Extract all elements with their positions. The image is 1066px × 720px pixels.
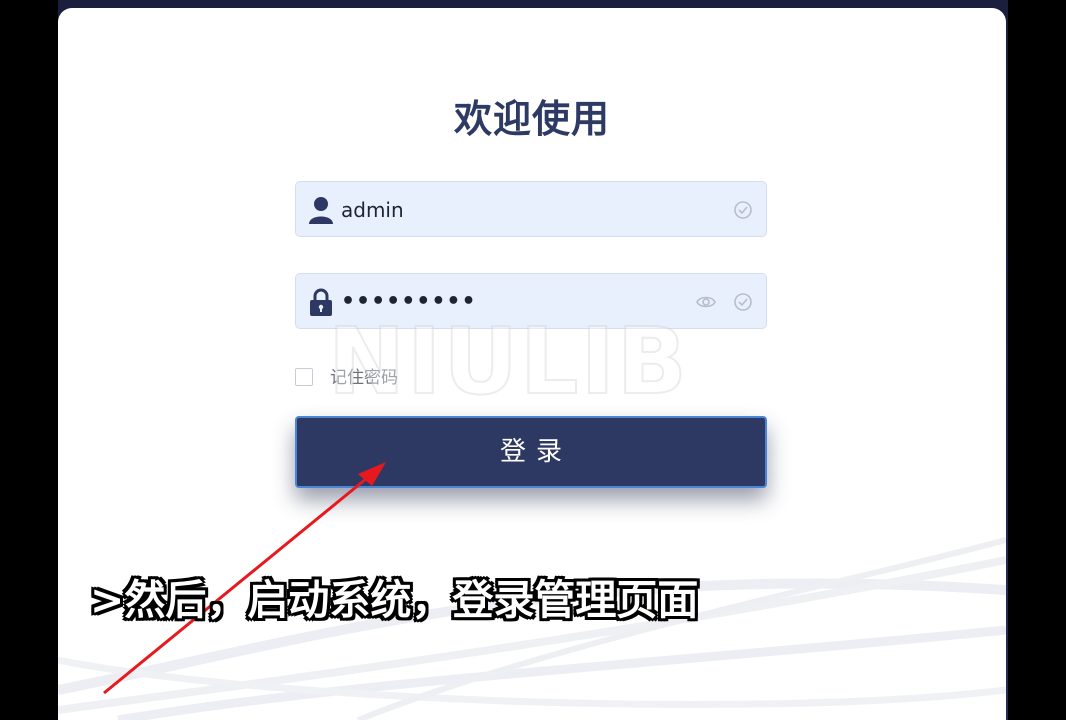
eye-icon[interactable] <box>696 292 716 312</box>
valid-check-icon <box>734 201 752 219</box>
valid-check-icon <box>734 293 752 311</box>
user-icon <box>309 197 333 224</box>
username-field[interactable]: admin <box>295 181 767 237</box>
subtitle-caption: >然后，启动系统，登录管理页面 <box>90 576 699 624</box>
left-black-bar <box>0 0 58 720</box>
page-title: 欢迎使用 <box>453 97 610 141</box>
username-value: admin <box>341 198 404 222</box>
right-black-bar <box>1008 0 1066 720</box>
login-button[interactable]: 登录 <box>295 416 767 488</box>
remember-checkbox[interactable] <box>295 368 313 386</box>
watermark: NIULIB <box>327 307 689 416</box>
